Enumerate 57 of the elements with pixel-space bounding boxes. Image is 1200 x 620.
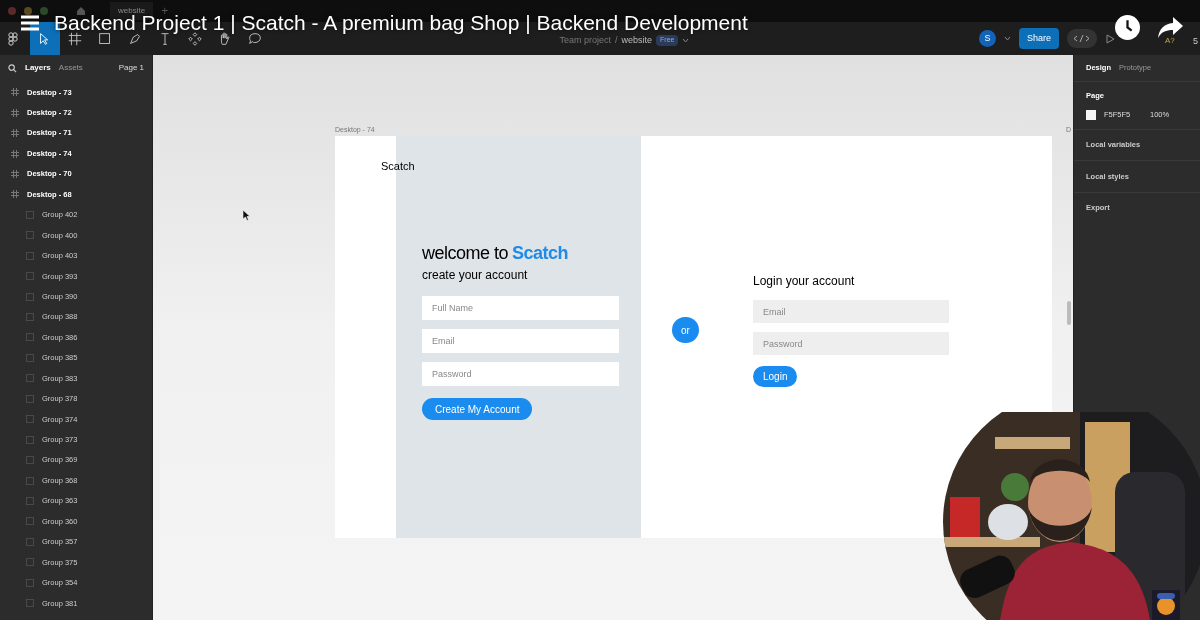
frame-icon [11,129,19,138]
group-icon [26,374,34,383]
input-field[interactable]: Password [753,332,949,355]
group-icon [26,415,34,424]
user-avatar[interactable]: S [978,30,996,47]
group-icon [26,292,34,301]
group-icon [26,435,34,444]
group-icon [26,394,34,403]
group-icon [26,558,34,567]
breadcrumb-team[interactable]: Team project [559,33,612,47]
share-button[interactable]: Share [1018,28,1059,49]
caption-hint: A? [1165,35,1175,47]
home-icon[interactable] [76,6,86,16]
group-icon [26,210,34,219]
caret-icon[interactable] [682,37,690,43]
breadcrumb-file[interactable]: website [621,33,653,47]
group-icon [26,496,34,505]
caret-icon[interactable] [1003,36,1011,41]
group-icon [26,517,34,526]
group-icon [26,537,34,546]
group-icon [26,272,34,281]
group-icon [26,251,34,260]
play-icon[interactable] [1105,33,1115,44]
code-toggle-icon[interactable] [1067,29,1097,48]
group-icon [26,599,34,608]
clock-icon[interactable] [1115,15,1140,40]
panel-tab[interactable]: Layers [25,62,51,74]
welcome-brand: Scatch [512,242,569,264]
welcome-heading: welcome to [422,242,509,264]
login-heading: Login your account [753,273,856,290]
share-arrow-icon[interactable] [1158,17,1183,38]
group-icon [26,456,34,465]
page-selector[interactable]: Page 1 [118,62,144,74]
panel-tab[interactable]: Assets [58,62,83,74]
input-field[interactable]: Password [422,362,619,386]
frame-icon [11,108,19,117]
search-icon[interactable] [8,63,17,73]
input-field[interactable]: Email [753,300,949,323]
frame-icon [11,169,19,178]
signup-heading: create your account [422,267,529,284]
input-field[interactable]: Email [422,329,619,353]
input-field[interactable]: Full Name [422,296,619,320]
edge-text: 5 [1193,35,1198,48]
group-icon [26,353,34,362]
color-swatch[interactable] [1086,109,1096,120]
frame-icon [11,88,19,97]
group-icon [26,578,34,587]
breadcrumb-separator: / [615,33,618,47]
brand-logo: Scatch [381,159,415,174]
cursor-icon [243,210,251,221]
frame-icon [11,149,19,158]
group-icon [26,313,34,322]
frame-icon [11,190,19,199]
group-icon [26,476,34,485]
menu-icon[interactable] [20,15,40,31]
group-icon [26,333,34,342]
group-icon [26,231,34,240]
